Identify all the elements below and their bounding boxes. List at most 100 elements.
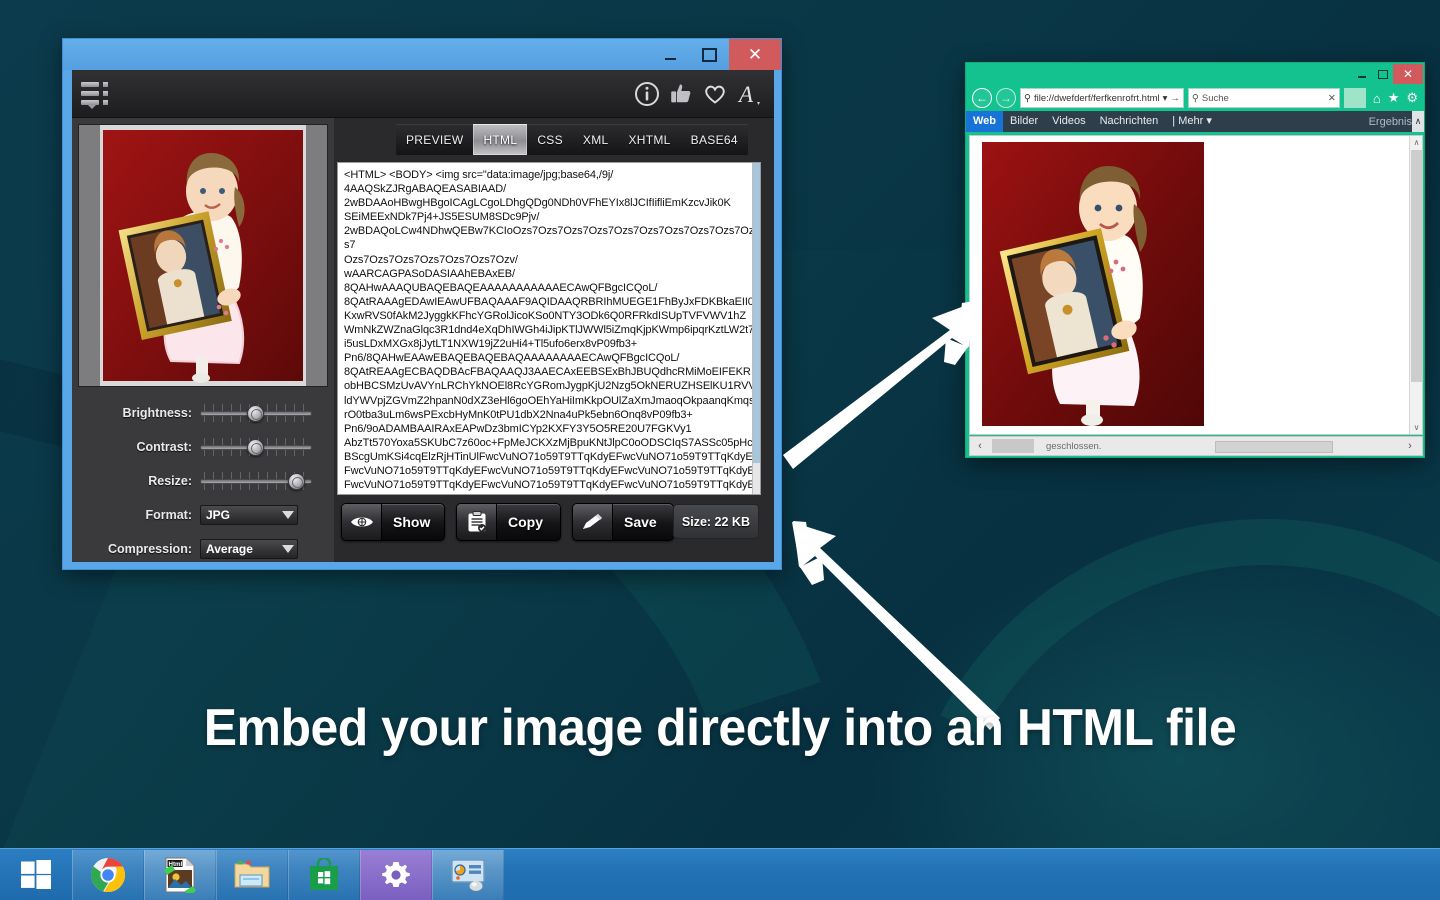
url-search-icon: ⚲ xyxy=(1024,92,1031,104)
compression-select-wrapper[interactable]: Average xyxy=(200,539,298,559)
browser-status-bar[interactable]: ‹ geschlossen. › xyxy=(969,436,1423,456)
browser-close-button[interactable]: ✕ xyxy=(1393,64,1423,84)
app-close-button[interactable]: ✕ xyxy=(729,39,781,70)
taskbar-item-html-converter[interactable]: Html xyxy=(144,849,216,900)
eye-icon xyxy=(342,504,382,540)
url-dropdown-icon[interactable]: ▾ xyxy=(1163,93,1168,104)
scroll-up-icon[interactable]: ∧ xyxy=(1412,111,1424,132)
image-preview[interactable] xyxy=(78,124,328,387)
svg-text:A: A xyxy=(737,82,754,107)
settings-gear-icon[interactable]: ⚙ xyxy=(1406,90,1418,106)
search-box[interactable]: ⚲ Suche ✕ xyxy=(1187,88,1340,108)
output-panel: PREVIEW HTML CSS XML XHTML BASE64 <HTML>… xyxy=(334,118,774,562)
taskbar-item-control-panel[interactable] xyxy=(432,849,504,900)
tab-xml[interactable]: XML xyxy=(573,124,619,155)
brightness-label: Brightness: xyxy=(122,406,192,420)
copy-button[interactable]: Copy xyxy=(456,503,561,541)
nav-item-nachrichten[interactable]: Nachrichten xyxy=(1093,111,1166,132)
taskbar-item-store[interactable] xyxy=(288,849,360,900)
taskbar-item-chrome[interactable] xyxy=(72,849,144,900)
hscroll-right-icon[interactable]: › xyxy=(1400,437,1420,455)
taskbar-item-file-explorer[interactable] xyxy=(216,849,288,900)
action-button-bar: Show Copy Save Size: 22 KB xyxy=(337,499,761,545)
address-bar[interactable]: ⚲ file://dwefderf/ferfkenrofrt.html ▾ → xyxy=(1020,88,1184,108)
forward-icon[interactable]: → xyxy=(996,88,1016,108)
show-button[interactable]: Show xyxy=(341,503,445,541)
format-tabs[interactable]: PREVIEW HTML CSS XML XHTML BASE64 xyxy=(396,124,748,155)
app-title-bar[interactable]: ✕ xyxy=(63,39,781,70)
url-go-icon[interactable]: → xyxy=(1170,93,1180,104)
browser-maximize-button[interactable] xyxy=(1372,64,1393,84)
contrast-label: Contrast: xyxy=(136,440,192,454)
windows-taskbar: Html xyxy=(0,848,1440,900)
taskbar-item-settings[interactable] xyxy=(360,849,432,900)
resize-slider[interactable] xyxy=(200,470,312,492)
tab-xhtml[interactable]: XHTML xyxy=(618,124,680,155)
app-maximize-button[interactable] xyxy=(690,39,729,70)
info-icon[interactable] xyxy=(634,81,660,107)
contrast-control-row: Contrast: xyxy=(72,430,334,464)
toolbar-icon-group: A xyxy=(634,80,764,108)
list-menu-icon[interactable] xyxy=(80,79,112,109)
compression-label: Compression: xyxy=(107,542,192,556)
tab-html[interactable]: HTML xyxy=(473,124,528,155)
gear-icon xyxy=(382,861,410,887)
copy-button-label: Copy xyxy=(508,514,543,530)
show-button-label: Show xyxy=(393,514,431,530)
heart-icon[interactable] xyxy=(702,81,728,107)
home-icon[interactable]: ⌂ xyxy=(1373,91,1381,106)
scroll-up-arrow-icon[interactable]: ∧ xyxy=(1410,136,1422,149)
control-panel-icon xyxy=(451,858,485,891)
format-label: Format: xyxy=(145,508,192,522)
brightness-control-row: Brightness: xyxy=(72,396,334,430)
scroll-down-arrow-icon[interactable]: ∨ xyxy=(1410,421,1422,434)
app-window-controls[interactable]: ✕ xyxy=(651,39,781,70)
code-output-area[interactable]: <HTML> <BODY> <img src="data:image/jpg;b… xyxy=(337,162,761,495)
pencil-icon xyxy=(573,504,613,540)
hscroll-thumb-left[interactable] xyxy=(992,439,1034,453)
browser-window[interactable]: ✕ ← → ⚲ file://dwefderf/ferfkenrofrt.htm… xyxy=(965,62,1425,458)
search-go-button[interactable] xyxy=(1343,88,1366,108)
browser-page-content: ∧ ∨ xyxy=(969,135,1423,435)
browser-scrollbar-thumb[interactable] xyxy=(1411,150,1422,382)
nav-item-videos[interactable]: Videos xyxy=(1045,111,1092,132)
page-headline: Embed your image directly into an HTML f… xyxy=(203,699,1237,757)
code-scrollbar-thumb[interactable] xyxy=(753,163,760,463)
font-style-icon[interactable]: A xyxy=(736,80,764,108)
browser-vertical-scrollbar[interactable]: ∧ ∨ xyxy=(1409,136,1422,434)
search-placeholder-text: Suche xyxy=(1201,92,1229,104)
browser-title-bar[interactable]: ✕ xyxy=(966,63,1424,85)
resize-control-row: Resize: xyxy=(72,464,334,498)
nav-item-mehr[interactable]: | Mehr ▾ xyxy=(1165,111,1219,132)
embedded-image xyxy=(982,142,1204,426)
code-scrollbar[interactable] xyxy=(752,163,760,494)
contrast-slider[interactable] xyxy=(200,436,312,458)
compression-control-row: Compression: Average xyxy=(72,532,334,562)
app-minimize-button[interactable] xyxy=(651,39,690,70)
brightness-slider[interactable] xyxy=(200,402,312,424)
site-navigation-bar: Web Bilder Videos Nachrichten | Mehr ▾ E… xyxy=(966,111,1424,132)
start-button[interactable] xyxy=(0,848,72,900)
save-button-label: Save xyxy=(624,514,657,530)
thumbs-up-icon[interactable] xyxy=(668,81,694,107)
format-select-wrapper[interactable]: JPG xyxy=(200,505,298,525)
browser-minimize-button[interactable] xyxy=(1351,64,1372,84)
save-button[interactable]: Save xyxy=(572,503,674,541)
tab-base64[interactable]: BASE64 xyxy=(681,124,748,155)
search-clear-icon[interactable]: ✕ xyxy=(1328,93,1336,104)
format-control-row: Format: JPG xyxy=(72,498,334,532)
tab-css[interactable]: CSS xyxy=(527,124,573,155)
back-icon[interactable]: ← xyxy=(972,88,992,108)
windows-logo-icon xyxy=(21,860,51,889)
compression-select[interactable]: Average xyxy=(200,539,298,559)
hscroll-left-icon[interactable]: ‹ xyxy=(970,437,990,455)
tab-preview[interactable]: PREVIEW xyxy=(396,124,473,155)
browser-window-controls[interactable]: ✕ xyxy=(1351,64,1423,84)
favorites-icon[interactable]: ★ xyxy=(1388,90,1400,106)
hscroll-thumb[interactable] xyxy=(1215,441,1333,453)
nav-item-bilder[interactable]: Bilder xyxy=(1003,111,1045,132)
format-select[interactable]: JPG xyxy=(200,505,298,525)
image-to-html-app-window[interactable]: ✕ A Brightness: Contrast: Resize: Format… xyxy=(62,38,782,570)
nav-item-web[interactable]: Web xyxy=(966,111,1004,132)
left-control-panel: Brightness: Contrast: Resize: Format: JP… xyxy=(72,118,334,562)
